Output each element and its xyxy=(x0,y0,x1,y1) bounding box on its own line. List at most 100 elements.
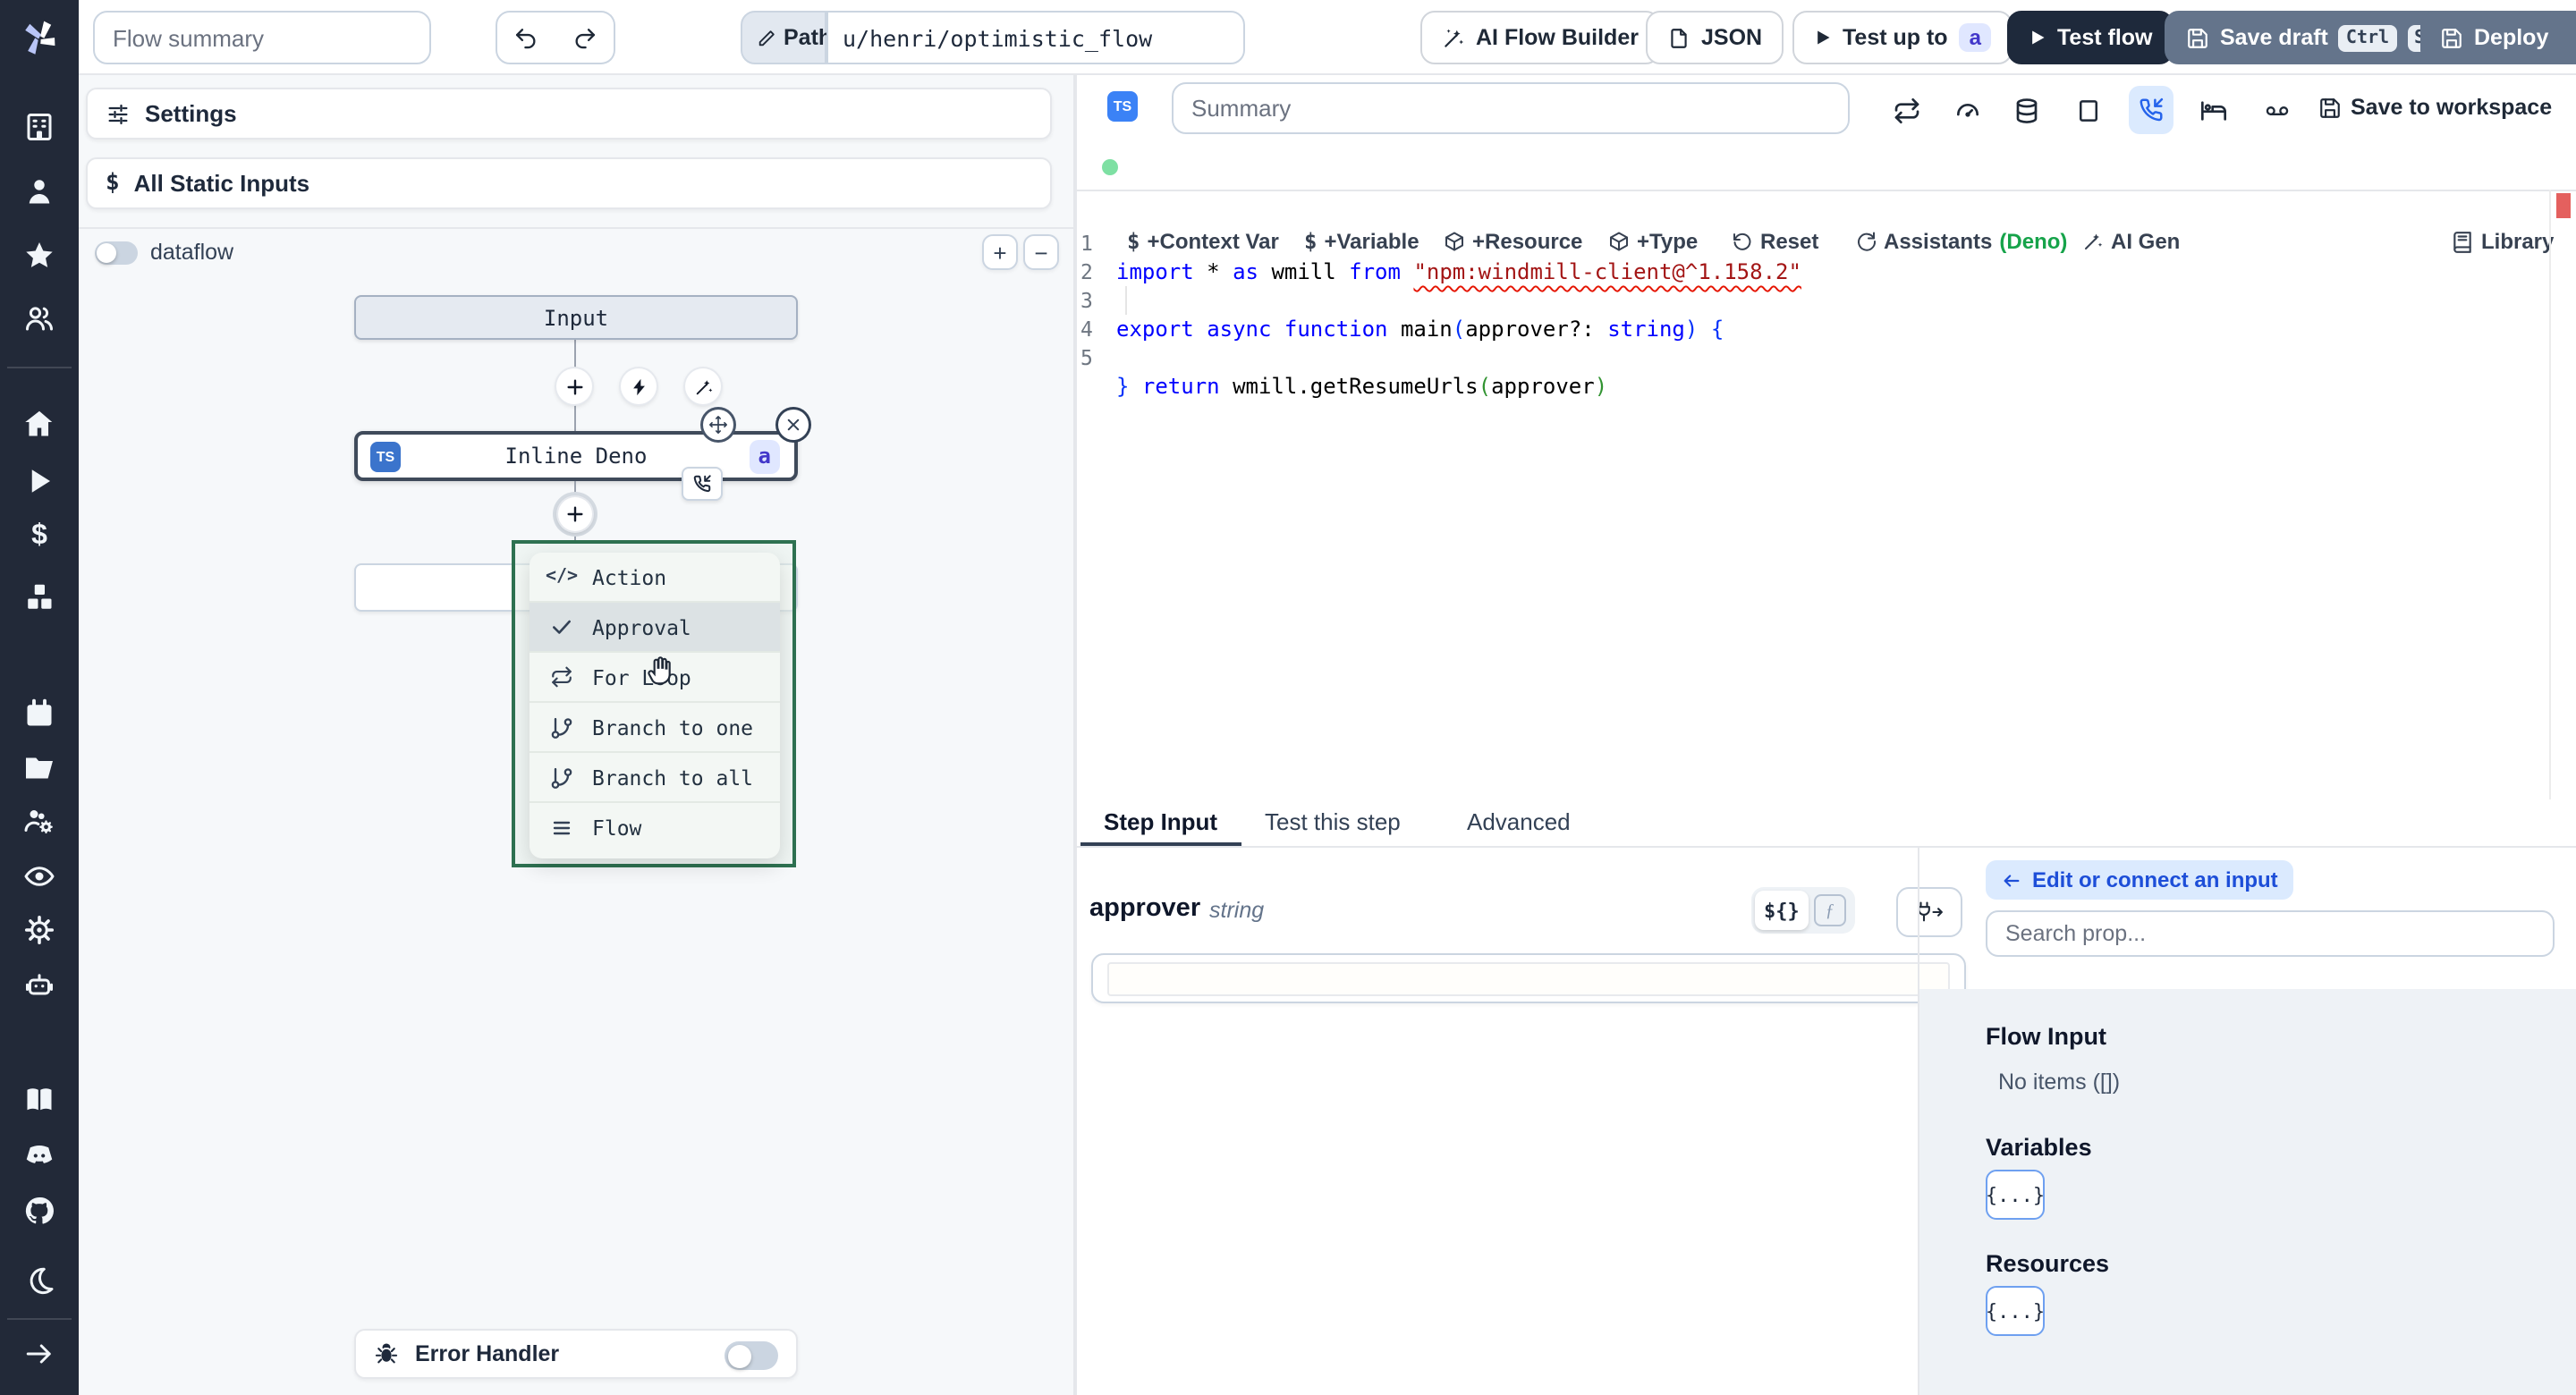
workspace-building-icon[interactable] xyxy=(23,111,55,143)
all-static-inputs-button[interactable]: $ All Static Inputs xyxy=(86,157,1052,209)
play-icon xyxy=(1814,29,1832,46)
wand-sparkles-icon xyxy=(1442,26,1465,49)
error-handler-toggle[interactable] xyxy=(724,1341,778,1370)
dollar-icon: $ xyxy=(106,170,120,197)
editor-scrollbar-track[interactable] xyxy=(2549,190,2551,799)
variables-expand-chip[interactable]: {...} xyxy=(1986,1170,2045,1220)
menu-item-action[interactable]: </> Action xyxy=(530,553,780,603)
concurrency-square-icon[interactable] xyxy=(2075,97,2102,125)
indent-guide xyxy=(1125,286,1127,315)
dataflow-toggle[interactable] xyxy=(95,241,138,265)
approver-value-field[interactable] xyxy=(1107,962,1950,996)
settings-gear-icon[interactable] xyxy=(23,914,55,946)
file-json-icon xyxy=(1667,26,1690,49)
insert-step-button[interactable] xyxy=(556,368,592,404)
sleep-bed-icon[interactable] xyxy=(2199,97,2229,125)
ai-flow-builder-button[interactable]: AI Flow Builder xyxy=(1420,11,1660,64)
menu-item-flow[interactable]: Flow xyxy=(530,803,780,853)
tab-test-this-step[interactable]: Test this step xyxy=(1265,808,1401,835)
menu-item-approval[interactable]: Approval xyxy=(530,603,780,653)
input-node[interactable]: Input xyxy=(354,295,798,340)
connect-input-button[interactable] xyxy=(1896,887,1962,937)
menu-item-label: Approval xyxy=(592,614,691,639)
insert-step-button-active[interactable] xyxy=(558,497,592,531)
dark-mode-moon-icon[interactable] xyxy=(23,1264,55,1297)
static-mode-toggle[interactable]: ${} xyxy=(1755,891,1809,930)
save-to-workspace-label: Save to workspace xyxy=(2351,95,2553,120)
menu-item-branch-to-all[interactable]: Branch to all xyxy=(530,753,780,803)
variables-dollar-icon[interactable]: $ xyxy=(23,520,55,553)
users-groups-icon[interactable] xyxy=(23,302,55,334)
star-favorites-icon[interactable] xyxy=(23,240,55,272)
redo-button[interactable] xyxy=(555,11,615,64)
shared-directory-voicemail-icon[interactable] xyxy=(2261,98,2293,123)
user-icon[interactable] xyxy=(23,175,55,207)
sidebar-divider xyxy=(7,1318,72,1320)
json-button[interactable]: JSON xyxy=(1646,11,1784,64)
edit-or-connect-button[interactable]: Edit or connect an input xyxy=(1986,860,2294,900)
test-flow-button[interactable]: Test flow xyxy=(2007,11,2174,64)
groups-admin-icon[interactable] xyxy=(23,805,55,837)
docs-book-icon[interactable] xyxy=(23,1084,55,1116)
cache-database-icon[interactable] xyxy=(2012,97,2041,125)
trigger-bolt-button[interactable] xyxy=(621,368,657,404)
git-branch-icon xyxy=(547,714,576,740)
suspend-approval-badge xyxy=(682,467,723,501)
test-up-to-button[interactable]: Test up to a xyxy=(1792,11,2013,64)
github-icon[interactable] xyxy=(23,1195,55,1227)
divider xyxy=(1075,190,2576,191)
line-number: 5 xyxy=(1080,345,1093,370)
zoom-out-button[interactable]: − xyxy=(1023,234,1059,270)
approver-value-editor[interactable] xyxy=(1091,953,1966,1003)
move-step-handle[interactable] xyxy=(703,410,733,440)
step-node-inline-deno[interactable]: TS Inline Deno a xyxy=(354,431,798,481)
deploy-button[interactable]: Deploy xyxy=(2422,13,2566,63)
save-draft-button[interactable]: Save draft Ctrl S xyxy=(2165,11,2454,64)
insert-step-menu: </> Action Approval For Loop Branch to o… xyxy=(530,553,780,858)
resources-cubes-icon[interactable] xyxy=(23,581,55,613)
wand-sparkles-icon xyxy=(693,376,713,396)
workers-robot-icon[interactable] xyxy=(23,969,55,1002)
menu-item-label: Branch to all xyxy=(592,765,754,790)
runs-play-icon[interactable] xyxy=(23,465,55,497)
retries-repeat-icon[interactable] xyxy=(1893,97,1921,125)
undo-button[interactable] xyxy=(496,11,556,64)
error-handler-row[interactable]: Error Handler xyxy=(354,1329,798,1379)
windmill-logo-icon[interactable] xyxy=(18,16,61,59)
search-prop-input[interactable] xyxy=(1986,910,2555,957)
collapse-sidebar-arrow-icon[interactable] xyxy=(23,1338,55,1370)
tabs-divider xyxy=(1075,846,2576,848)
field-type: string xyxy=(1209,898,1265,923)
save-to-workspace-button[interactable]: Save to workspace xyxy=(2318,95,2552,120)
flow-graph-panel: Settings $ All Static Inputs dataflow + … xyxy=(79,75,1075,1395)
summary-input[interactable] xyxy=(1172,82,1850,134)
tab-advanced[interactable]: Advanced xyxy=(1467,808,1571,835)
schedules-calendar-icon[interactable] xyxy=(23,698,55,730)
path-input[interactable] xyxy=(826,11,1245,64)
lsp-status-dot xyxy=(1102,159,1118,175)
menu-item-branch-to-one[interactable]: Branch to one xyxy=(530,703,780,753)
javascript-mode-toggle[interactable]: ƒ xyxy=(1813,894,1846,926)
ai-wand-button[interactable] xyxy=(685,368,721,404)
typescript-badge: TS xyxy=(1107,91,1138,122)
close-icon xyxy=(785,417,801,433)
resources-expand-chip[interactable]: {...} xyxy=(1986,1286,2045,1336)
audit-logs-eye-icon[interactable] xyxy=(23,860,55,892)
code-line: 2 xyxy=(1075,229,2549,284)
path-button[interactable]: Path xyxy=(741,11,832,64)
flow-summary-input[interactable] xyxy=(93,11,431,64)
hand-cursor xyxy=(644,647,680,687)
early-stop-gauge-icon[interactable] xyxy=(1953,97,1982,125)
zoom-in-button[interactable]: + xyxy=(982,234,1018,270)
tab-step-input[interactable]: Step Input xyxy=(1104,808,1217,835)
code-line: 4 return wmill.getResumeUrls(approver) xyxy=(1075,286,2549,399)
folders-icon[interactable] xyxy=(23,751,55,783)
delete-step-button[interactable] xyxy=(778,410,809,440)
home-icon[interactable] xyxy=(23,408,55,440)
discord-icon[interactable] xyxy=(23,1139,55,1171)
flow-settings-button[interactable]: Settings xyxy=(86,88,1052,140)
step-id-badge: a xyxy=(749,439,780,473)
edit-or-connect-label: Edit or connect an input xyxy=(2032,867,2278,892)
suspend-approval-button-active[interactable] xyxy=(2129,86,2174,134)
phone-incoming-icon xyxy=(692,474,712,494)
